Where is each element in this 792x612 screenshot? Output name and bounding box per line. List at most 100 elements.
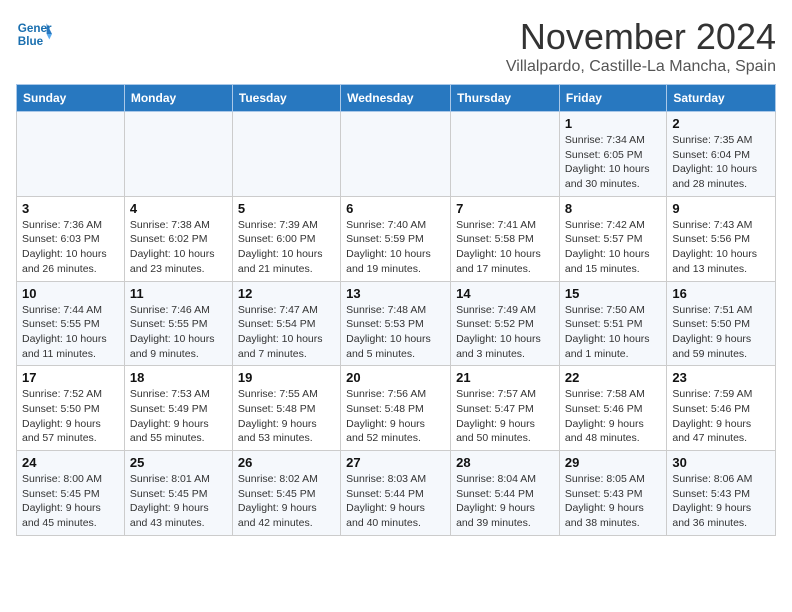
day-number: 13 — [346, 286, 445, 301]
title-block: November 2024 Villalpardo, Castille-La M… — [506, 16, 776, 76]
day-info: Sunrise: 7:42 AMSunset: 5:57 PMDaylight:… — [565, 218, 661, 277]
day-info: Sunrise: 7:35 AMSunset: 6:04 PMDaylight:… — [672, 133, 770, 192]
day-info: Sunrise: 7:50 AMSunset: 5:51 PMDaylight:… — [565, 303, 661, 362]
day-cell: 17 Sunrise: 7:52 AMSunset: 5:50 PMDayligh… — [17, 366, 125, 451]
day-number: 7 — [456, 201, 554, 216]
day-cell: 21 Sunrise: 7:57 AMSunset: 5:47 PMDayligh… — [451, 366, 560, 451]
day-cell: 8 Sunrise: 7:42 AMSunset: 5:57 PMDaylight… — [559, 196, 666, 281]
day-number: 18 — [130, 370, 227, 385]
svg-text:Blue: Blue — [18, 35, 44, 48]
day-cell: 10 Sunrise: 7:44 AMSunset: 5:55 PMDayligh… — [17, 281, 125, 366]
header-wednesday: Wednesday — [341, 85, 451, 112]
day-number: 29 — [565, 455, 661, 470]
day-cell: 20 Sunrise: 7:56 AMSunset: 5:48 PMDayligh… — [341, 366, 451, 451]
day-info: Sunrise: 7:48 AMSunset: 5:53 PMDaylight:… — [346, 303, 445, 362]
day-info: Sunrise: 8:04 AMSunset: 5:44 PMDaylight:… — [456, 472, 554, 531]
day-number: 28 — [456, 455, 554, 470]
week-row-4: 24 Sunrise: 8:00 AMSunset: 5:45 PMDayligh… — [17, 451, 776, 536]
day-cell: 14 Sunrise: 7:49 AMSunset: 5:52 PMDayligh… — [451, 281, 560, 366]
day-info: Sunrise: 7:38 AMSunset: 6:02 PMDaylight:… — [130, 218, 227, 277]
day-info: Sunrise: 8:06 AMSunset: 5:43 PMDaylight:… — [672, 472, 770, 531]
calendar-body: 1Sunrise: 7:34 AMSunset: 6:05 PMDaylight… — [17, 112, 776, 536]
header-thursday: Thursday — [451, 85, 560, 112]
day-info: Sunrise: 7:49 AMSunset: 5:52 PMDaylight:… — [456, 303, 554, 362]
month-title: November 2024 — [506, 16, 776, 58]
day-number: 14 — [456, 286, 554, 301]
day-cell: 27 Sunrise: 8:03 AMSunset: 5:44 PMDayligh… — [341, 451, 451, 536]
day-number: 30 — [672, 455, 770, 470]
day-info: Sunrise: 7:46 AMSunset: 5:55 PMDaylight:… — [130, 303, 227, 362]
day-info: Sunrise: 7:41 AMSunset: 5:58 PMDaylight:… — [456, 218, 554, 277]
day-cell: 6Sunrise: 7:40 AMSunset: 5:59 PMDaylight… — [341, 196, 451, 281]
header-friday: Friday — [559, 85, 666, 112]
day-number: 2 — [672, 116, 770, 131]
day-number: 23 — [672, 370, 770, 385]
day-info: Sunrise: 7:36 AMSunset: 6:03 PMDaylight:… — [22, 218, 119, 277]
day-cell: 22 Sunrise: 7:58 AMSunset: 5:46 PMDayligh… — [559, 366, 666, 451]
day-cell: 25Sunrise: 8:01 AMSunset: 5:45 PMDayligh… — [124, 451, 232, 536]
day-cell — [341, 112, 451, 197]
day-cell: 1Sunrise: 7:34 AMSunset: 6:05 PMDaylight… — [559, 112, 666, 197]
day-info: Sunrise: 8:01 AMSunset: 5:45 PMDaylight:… — [130, 472, 227, 531]
day-number: 19 — [238, 370, 335, 385]
location: Villalpardo, Castille-La Mancha, Spain — [506, 58, 776, 76]
day-cell — [124, 112, 232, 197]
week-row-2: 10 Sunrise: 7:44 AMSunset: 5:55 PMDayligh… — [17, 281, 776, 366]
day-cell: 18 Sunrise: 7:53 AMSunset: 5:49 PMDayligh… — [124, 366, 232, 451]
day-cell: 3 Sunrise: 7:36 AMSunset: 6:03 PMDaylight… — [17, 196, 125, 281]
day-cell: 26 Sunrise: 8:02 AMSunset: 5:45 PMDayligh… — [232, 451, 340, 536]
day-info: Sunrise: 8:02 AMSunset: 5:45 PMDaylight:… — [238, 472, 335, 531]
day-info: Sunrise: 8:00 AMSunset: 5:45 PMDaylight:… — [22, 472, 119, 531]
header-monday: Monday — [124, 85, 232, 112]
day-cell: 7 Sunrise: 7:41 AMSunset: 5:58 PMDaylight… — [451, 196, 560, 281]
day-number: 27 — [346, 455, 445, 470]
day-number: 5 — [238, 201, 335, 216]
day-number: 22 — [565, 370, 661, 385]
day-cell: 30 Sunrise: 8:06 AMSunset: 5:43 PMDayligh… — [667, 451, 776, 536]
day-number: 11 — [130, 286, 227, 301]
day-info: Sunrise: 7:44 AMSunset: 5:55 PMDaylight:… — [22, 303, 119, 362]
day-cell: 16Sunrise: 7:51 AMSunset: 5:50 PMDayligh… — [667, 281, 776, 366]
day-number: 8 — [565, 201, 661, 216]
calendar-header: SundayMondayTuesdayWednesdayThursdayFrid… — [17, 85, 776, 112]
page-header: General Blue November 2024 Villalpardo, … — [16, 16, 776, 76]
day-cell: 11 Sunrise: 7:46 AMSunset: 5:55 PMDayligh… — [124, 281, 232, 366]
day-cell — [232, 112, 340, 197]
day-info: Sunrise: 7:51 AMSunset: 5:50 PMDaylight:… — [672, 303, 770, 362]
day-info: Sunrise: 7:52 AMSunset: 5:50 PMDaylight:… — [22, 387, 119, 446]
day-info: Sunrise: 7:39 AMSunset: 6:00 PMDaylight:… — [238, 218, 335, 277]
day-info: Sunrise: 7:43 AMSunset: 5:56 PMDaylight:… — [672, 218, 770, 277]
day-cell — [451, 112, 560, 197]
day-info: Sunrise: 7:59 AMSunset: 5:46 PMDaylight:… — [672, 387, 770, 446]
day-cell: 23 Sunrise: 7:59 AMSunset: 5:46 PMDayligh… — [667, 366, 776, 451]
day-number: 17 — [22, 370, 119, 385]
day-number: 15 — [565, 286, 661, 301]
header-saturday: Saturday — [667, 85, 776, 112]
day-cell: 28 Sunrise: 8:04 AMSunset: 5:44 PMDayligh… — [451, 451, 560, 536]
day-number: 3 — [22, 201, 119, 216]
day-number: 24 — [22, 455, 119, 470]
day-number: 1 — [565, 116, 661, 131]
day-number: 20 — [346, 370, 445, 385]
day-info: Sunrise: 7:57 AMSunset: 5:47 PMDaylight:… — [456, 387, 554, 446]
header-sunday: Sunday — [17, 85, 125, 112]
day-cell: 9 Sunrise: 7:43 AMSunset: 5:56 PMDaylight… — [667, 196, 776, 281]
day-number: 9 — [672, 201, 770, 216]
header-row: SundayMondayTuesdayWednesdayThursdayFrid… — [17, 85, 776, 112]
day-number: 26 — [238, 455, 335, 470]
day-info: Sunrise: 7:58 AMSunset: 5:46 PMDaylight:… — [565, 387, 661, 446]
day-number: 21 — [456, 370, 554, 385]
day-cell: 15 Sunrise: 7:50 AMSunset: 5:51 PMDayligh… — [559, 281, 666, 366]
day-cell: 13 Sunrise: 7:48 AMSunset: 5:53 PMDayligh… — [341, 281, 451, 366]
logo-icon: General Blue — [16, 16, 52, 52]
week-row-1: 3 Sunrise: 7:36 AMSunset: 6:03 PMDaylight… — [17, 196, 776, 281]
day-info: Sunrise: 7:55 AMSunset: 5:48 PMDaylight:… — [238, 387, 335, 446]
week-row-3: 17 Sunrise: 7:52 AMSunset: 5:50 PMDayligh… — [17, 366, 776, 451]
day-info: Sunrise: 7:56 AMSunset: 5:48 PMDaylight:… — [346, 387, 445, 446]
day-info: Sunrise: 7:53 AMSunset: 5:49 PMDaylight:… — [130, 387, 227, 446]
day-number: 4 — [130, 201, 227, 216]
day-info: Sunrise: 8:03 AMSunset: 5:44 PMDaylight:… — [346, 472, 445, 531]
day-cell: 19 Sunrise: 7:55 AMSunset: 5:48 PMDayligh… — [232, 366, 340, 451]
day-number: 10 — [22, 286, 119, 301]
header-tuesday: Tuesday — [232, 85, 340, 112]
